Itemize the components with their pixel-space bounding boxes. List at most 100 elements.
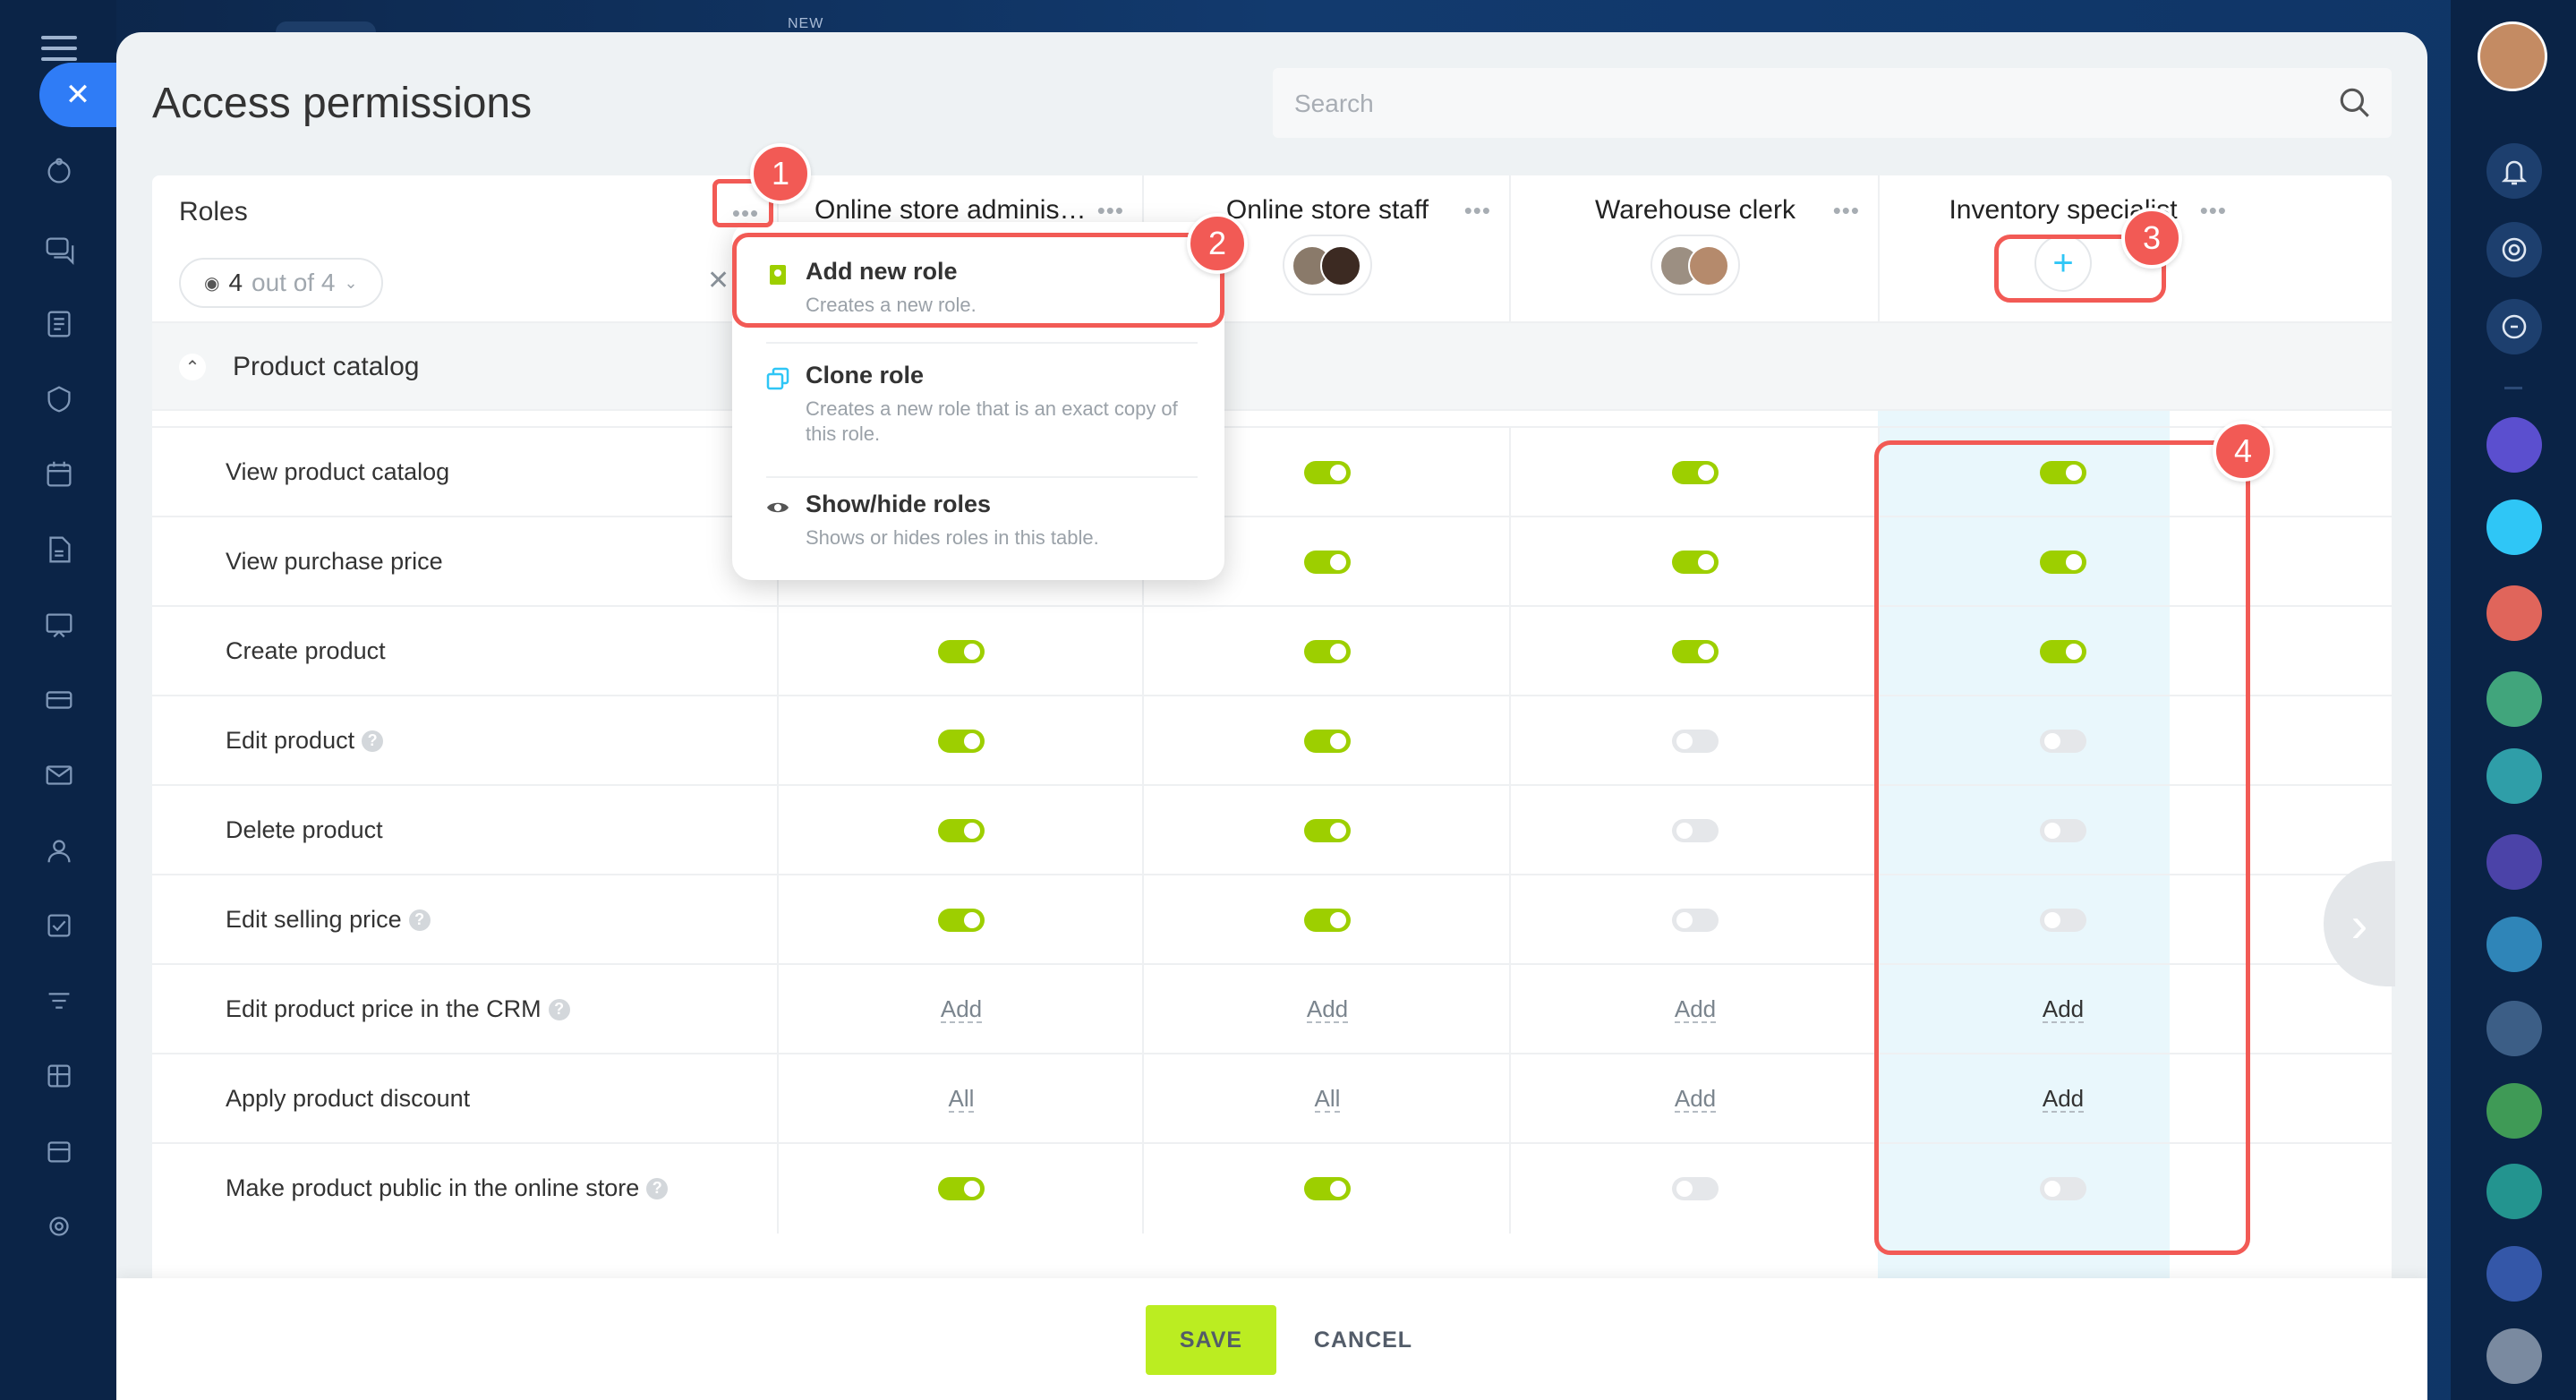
task-chat-icon-4[interactable] xyxy=(2486,1246,2542,1302)
shield-icon[interactable] xyxy=(39,380,79,419)
permission-value-link[interactable]: Add xyxy=(1674,1086,1717,1113)
toggle-on[interactable] xyxy=(1304,551,1351,574)
filter-icon[interactable] xyxy=(39,981,79,1020)
close-slider-button[interactable]: ✕ xyxy=(39,63,116,127)
permission-value-link[interactable]: All xyxy=(1314,1086,1341,1113)
annotation-box-4 xyxy=(1874,440,2250,1255)
target-icon[interactable] xyxy=(2486,222,2542,277)
close-icon[interactable]: ✕ xyxy=(707,265,729,296)
card-icon[interactable] xyxy=(39,680,79,720)
task-chat-icon[interactable] xyxy=(2486,917,2542,972)
permission-cell xyxy=(1142,1144,1511,1234)
cancel-button[interactable]: CANCEL xyxy=(1298,1305,1429,1375)
more-icon[interactable]: ••• xyxy=(1097,197,1124,225)
search-input[interactable] xyxy=(1292,68,2325,140)
chat-icon[interactable] xyxy=(39,229,79,269)
permission-cell xyxy=(1509,517,1880,607)
column-name[interactable]: Warehouse clerk xyxy=(1511,195,1880,226)
grid-icon[interactable] xyxy=(39,1056,79,1096)
person-avatar[interactable] xyxy=(2486,1001,2542,1056)
toggle-on[interactable] xyxy=(1672,551,1719,574)
settings-icon[interactable] xyxy=(39,1207,79,1246)
task-chat-icon-2[interactable] xyxy=(2486,1083,2542,1139)
footer-bar: SAVE CANCEL xyxy=(116,1278,2427,1400)
menu-icon[interactable] xyxy=(41,36,77,63)
help-icon[interactable]: ? xyxy=(548,998,570,1020)
chevron-up-icon[interactable]: ⌃ xyxy=(179,354,206,380)
permission-value-link[interactable]: Add xyxy=(940,996,983,1023)
toggle-on[interactable] xyxy=(938,819,985,842)
permission-value-link[interactable]: Add xyxy=(1306,996,1349,1023)
openlines-icon[interactable] xyxy=(2486,417,2542,473)
document-icon[interactable] xyxy=(39,530,79,569)
help-icon[interactable]: ? xyxy=(362,730,384,752)
chat-group-icon[interactable] xyxy=(2486,499,2542,555)
group-avatar-3[interactable] xyxy=(2486,748,2542,804)
more-icon[interactable]: ••• xyxy=(1464,197,1491,225)
annotation-badge-4: 4 xyxy=(2213,421,2273,482)
calendar-icon[interactable] xyxy=(39,455,79,494)
right-sidebar xyxy=(2451,0,2576,1400)
toggle-off[interactable] xyxy=(1672,1177,1719,1200)
column-actions-row xyxy=(152,409,2392,428)
board-icon[interactable] xyxy=(39,605,79,645)
bell-icon[interactable] xyxy=(2486,143,2542,199)
toggle-on[interactable] xyxy=(1304,1177,1351,1200)
permission-value-link[interactable]: All xyxy=(948,1086,975,1113)
user-avatar[interactable] xyxy=(2478,21,2547,91)
permission-cell xyxy=(777,607,1144,696)
toggle-on[interactable] xyxy=(938,909,985,932)
tasks-icon[interactable] xyxy=(39,304,79,344)
left-sidebar xyxy=(0,0,116,1400)
crm-icon[interactable] xyxy=(39,152,79,192)
box-icon[interactable] xyxy=(39,1131,79,1171)
column-name[interactable]: Online store administr... xyxy=(779,195,1144,226)
menu-item-clone-role[interactable]: Clone role Creates a new role that is an… xyxy=(732,362,1224,447)
permission-cell xyxy=(1509,875,1880,965)
column-name[interactable]: Inventory specialist xyxy=(1880,195,2247,226)
toggle-off[interactable] xyxy=(1672,909,1719,932)
search-chat-icon[interactable] xyxy=(2486,299,2542,354)
openlines-icon-2[interactable] xyxy=(2486,834,2542,890)
toggle-on[interactable] xyxy=(1304,819,1351,842)
toggle-on[interactable] xyxy=(1304,461,1351,484)
help-icon[interactable]: ? xyxy=(408,909,431,931)
toggle-on[interactable] xyxy=(938,1177,985,1200)
toggle-off[interactable] xyxy=(1672,819,1719,842)
task-chat-icon-3[interactable] xyxy=(2486,1164,2542,1219)
role-members[interactable] xyxy=(1651,235,1740,295)
toggle-off[interactable] xyxy=(1672,730,1719,753)
group-avatar-4[interactable] xyxy=(2486,1328,2542,1384)
menu-item-show-hide-roles[interactable]: Show/hide roles Shows or hides roles in … xyxy=(732,491,1224,551)
checkbox-icon[interactable] xyxy=(39,906,79,945)
toggle-on[interactable] xyxy=(938,640,985,663)
contacts-icon[interactable] xyxy=(39,831,79,870)
save-button[interactable]: SAVE xyxy=(1146,1305,1276,1375)
role-members[interactable] xyxy=(1283,235,1372,295)
roles-counter[interactable]: ◉ 4 out of 4 ⌄ xyxy=(179,258,383,308)
more-icon[interactable]: ••• xyxy=(1833,197,1860,225)
group-avatar-2[interactable] xyxy=(2486,671,2542,727)
search-icon[interactable] xyxy=(2336,84,2374,122)
more-icon[interactable]: ••• xyxy=(2200,197,2227,225)
permission-value-link[interactable]: Add xyxy=(1674,996,1717,1023)
toggle-on[interactable] xyxy=(1672,640,1719,663)
toggle-on[interactable] xyxy=(1672,461,1719,484)
annotation-box-2 xyxy=(732,233,1224,328)
permission-label: View purchase price xyxy=(226,548,443,576)
roles-heading: Roles xyxy=(179,197,248,226)
permission-label-text: View purchase price xyxy=(226,548,443,575)
permission-cell xyxy=(777,1144,1144,1234)
annotation-badge-2: 2 xyxy=(1187,213,1248,274)
toggle-on[interactable] xyxy=(1304,909,1351,932)
avatar xyxy=(1320,245,1361,286)
help-icon[interactable]: ? xyxy=(646,1177,669,1199)
mail-icon[interactable] xyxy=(39,755,79,795)
access-permissions-panel: Access permissions Roles ••• ◉ 4 out of … xyxy=(116,32,2427,1400)
section-product-catalog[interactable]: ⌃ Product catalog xyxy=(152,321,2392,411)
permission-cell xyxy=(1142,607,1511,696)
toggle-on[interactable] xyxy=(938,730,985,753)
toggle-on[interactable] xyxy=(1304,730,1351,753)
group-avatar-1[interactable] xyxy=(2486,585,2542,641)
toggle-on[interactable] xyxy=(1304,640,1351,663)
